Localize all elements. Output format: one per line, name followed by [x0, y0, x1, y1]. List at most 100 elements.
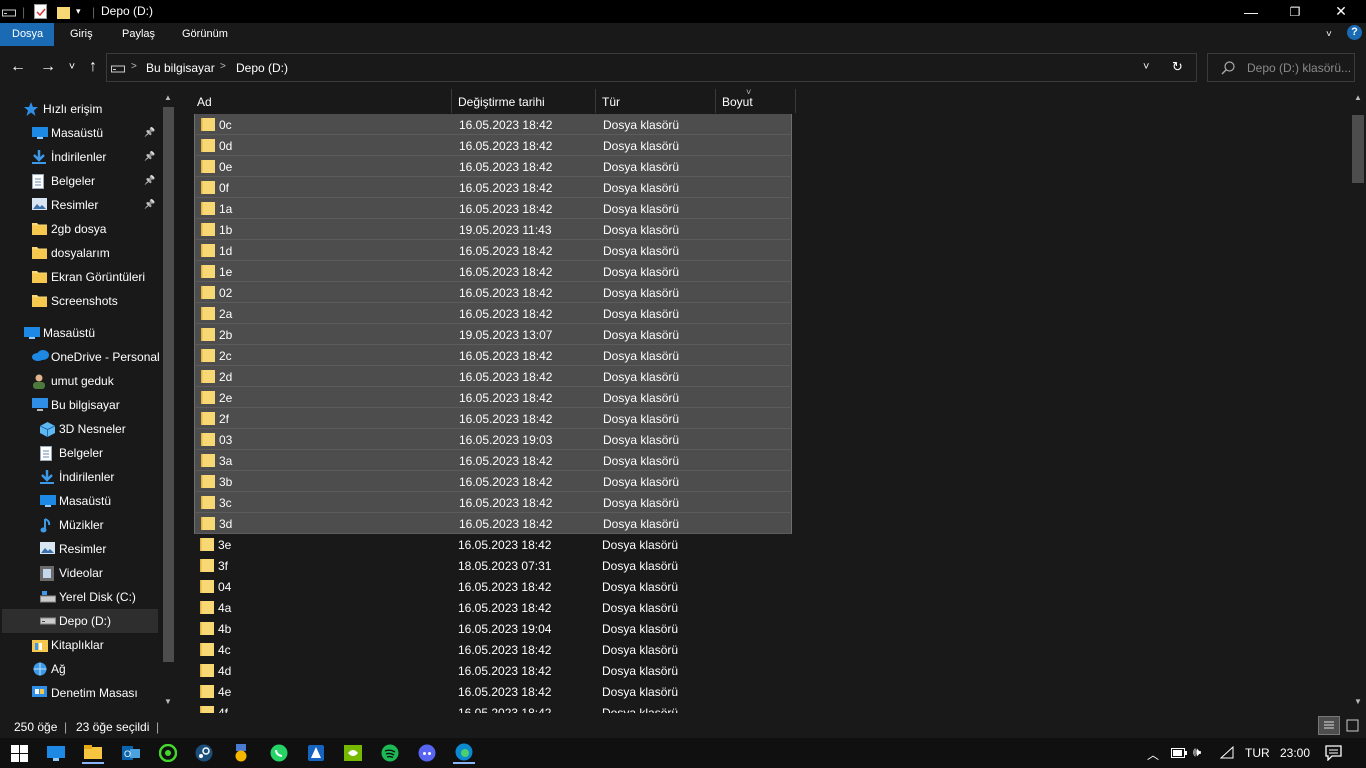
sidebar-item-masa-st-[interactable]: Masaüstü — [2, 321, 158, 345]
network-tray-icon[interactable] — [1219, 745, 1235, 763]
arrow-app-icon[interactable] — [305, 742, 327, 764]
sidebar-item-belgeler[interactable]: Belgeler — [2, 441, 158, 465]
sidebar-item-kitapl-klar[interactable]: Kitaplıklar — [2, 633, 158, 657]
sidebar-item-3d-nesneler[interactable]: 3D Nesneler — [2, 417, 158, 441]
sidebar-item-videolar[interactable]: Videolar — [2, 561, 158, 585]
scroll-up-arrow-icon[interactable]: ▲ — [164, 93, 172, 102]
recent-locations-chevron-icon[interactable]: ˅ — [63, 58, 81, 76]
file-row[interactable]: 03 16.05.2023 19:03 Dosya klasörü — [194, 429, 792, 450]
file-row[interactable]: 1b 19.05.2023 11:43 Dosya klasörü — [194, 219, 792, 240]
file-row[interactable]: 2c 16.05.2023 18:42 Dosya klasörü — [194, 345, 792, 366]
sidebar-item-resimler[interactable]: Resimler — [2, 537, 158, 561]
file-row[interactable]: 4d 16.05.2023 18:42 Dosya klasörü — [194, 660, 792, 681]
notifications-icon[interactable] — [1325, 745, 1342, 764]
file-row[interactable]: 0e 16.05.2023 18:42 Dosya klasörü — [194, 156, 792, 177]
sidebar-item-onedrive-personal[interactable]: OneDrive - Personal — [2, 345, 160, 369]
discord-icon[interactable] — [416, 742, 438, 764]
volume-icon[interactable]: 🕪 — [1193, 744, 1201, 760]
clock[interactable]: 23:00 — [1280, 746, 1310, 760]
sidebar-item-umut-geduk[interactable]: umut geduk — [2, 369, 158, 393]
sidebar-item-denetim-masas-[interactable]: Denetim Masası — [2, 681, 158, 705]
sidebar-item-i-ndirilenler[interactable]: İndirilenler 📌 — [2, 145, 158, 169]
details-view-button[interactable] — [1318, 716, 1340, 735]
razer-icon[interactable] — [157, 742, 179, 764]
file-row[interactable]: 4e 16.05.2023 18:42 Dosya klasörü — [194, 681, 792, 702]
file-list-scroll-thumb[interactable] — [1352, 115, 1364, 183]
sidebar-item-a-[interactable]: Ağ — [2, 657, 158, 681]
customize-qa-chevron-icon[interactable]: ▾ — [76, 3, 81, 20]
file-row[interactable]: 3c 16.05.2023 18:42 Dosya klasörü — [194, 492, 792, 513]
file-row[interactable]: 2b 19.05.2023 13:07 Dosya klasörü — [194, 324, 792, 345]
expand-ribbon-chevron-icon[interactable]: ˅ — [1326, 29, 1332, 40]
file-row[interactable]: 02 16.05.2023 18:42 Dosya klasörü — [194, 282, 792, 303]
sidebar-item-m-zikler[interactable]: Müzikler — [2, 513, 158, 537]
scroll-down-arrow-icon[interactable]: ▼ — [164, 697, 172, 706]
scroll-down-arrow-icon[interactable]: ▼ — [1354, 697, 1362, 706]
battery-icon[interactable] — [1171, 747, 1187, 762]
address-dropdown-chevron-icon[interactable]: ˅ — [1143, 61, 1149, 73]
sidebar-item-resimler[interactable]: Resimler 📌 — [2, 193, 158, 217]
tab-home[interactable]: Giriş — [58, 23, 105, 46]
close-button[interactable]: ✕ — [1318, 0, 1364, 23]
maximize-button[interactable]: ❐ — [1272, 0, 1318, 23]
file-row[interactable]: 2f 16.05.2023 18:42 Dosya klasörü — [194, 408, 792, 429]
refresh-icon[interactable]: ↻ — [1172, 59, 1183, 75]
breadcrumb-current-drive[interactable]: Depo (D:) — [236, 61, 288, 75]
scroll-up-arrow-icon[interactable]: ▲ — [1354, 93, 1362, 102]
file-row[interactable]: 3d 16.05.2023 18:42 Dosya klasörü — [194, 513, 792, 534]
breadcrumb-separator[interactable]: > — [131, 61, 137, 72]
file-row[interactable]: 4f 16.05.2023 18:42 Dosya klasörü — [194, 702, 792, 713]
sidebar-item-2gb-dosya[interactable]: 2gb dosya — [2, 217, 158, 241]
breadcrumb-separator[interactable]: > — [220, 61, 226, 72]
file-row[interactable]: 1d 16.05.2023 18:42 Dosya klasörü — [194, 240, 792, 261]
sidebar-item-dosyalar-m[interactable]: dosyalarım — [2, 241, 158, 265]
sidebar-scroll-thumb[interactable] — [163, 107, 174, 662]
outlook-icon[interactable]: O — [120, 742, 142, 764]
tab-view[interactable]: Görünüm — [170, 23, 240, 46]
nvidia-icon[interactable] — [342, 742, 364, 764]
sidebar-item-bu-bilgisayar[interactable]: Bu bilgisayar — [2, 393, 158, 417]
column-header-size[interactable]: Boyut — [716, 89, 796, 113]
desktop-app-icon[interactable] — [45, 742, 67, 764]
spotify-icon[interactable] — [379, 742, 401, 764]
column-header-name[interactable]: Ad — [191, 89, 452, 113]
tab-file[interactable]: Dosya — [0, 23, 54, 46]
help-icon[interactable]: ? — [1347, 25, 1362, 40]
file-row[interactable]: 3b 16.05.2023 18:42 Dosya klasörü — [194, 471, 792, 492]
address-bar[interactable]: > Bu bilgisayar > Depo (D:) ˅ ↻ — [106, 53, 1197, 82]
sidebar-item-h-zl-eri-im[interactable]: Hızlı erişim — [2, 97, 158, 121]
steam-icon[interactable] — [193, 742, 215, 764]
column-header-date[interactable]: Değiştirme tarihi — [452, 89, 596, 113]
sidebar-item-masa-st-[interactable]: Masaüstü — [2, 489, 158, 513]
file-row[interactable]: 4b 16.05.2023 19:04 Dosya klasörü — [194, 618, 792, 639]
sidebar-item-belgeler[interactable]: Belgeler 📌 — [2, 169, 158, 193]
properties-icon[interactable] — [34, 3, 47, 20]
language-indicator[interactable]: TUR — [1245, 746, 1270, 760]
file-row[interactable]: 3f 18.05.2023 07:31 Dosya klasörü — [194, 555, 792, 576]
file-row[interactable]: 2e 16.05.2023 18:42 Dosya klasörü — [194, 387, 792, 408]
search-box[interactable]: Depo (D:) klasörü... — [1207, 53, 1355, 82]
file-row[interactable]: 3e 16.05.2023 18:42 Dosya klasörü — [194, 534, 792, 555]
file-row[interactable]: 4c 16.05.2023 18:42 Dosya klasörü — [194, 639, 792, 660]
column-header-type[interactable]: Tür — [596, 89, 716, 113]
forward-button[interactable]: → — [39, 58, 57, 76]
sidebar-item-yerel-disk-c-[interactable]: Yerel Disk (C:) — [2, 585, 158, 609]
sidebar-item-screenshots[interactable]: Screenshots — [2, 289, 158, 313]
file-row[interactable]: 2a 16.05.2023 18:42 Dosya klasörü — [194, 303, 792, 324]
sidebar-item-depo-d-[interactable]: Depo (D:) — [2, 609, 158, 633]
large-icons-view-button[interactable] — [1344, 717, 1362, 734]
file-row[interactable]: 0d 16.05.2023 18:42 Dosya klasörü — [194, 135, 792, 156]
file-row[interactable]: 0c 16.05.2023 18:42 Dosya klasörü — [194, 114, 792, 135]
tab-share[interactable]: Paylaş — [110, 23, 167, 46]
file-row[interactable]: 2d 16.05.2023 18:42 Dosya klasörü — [194, 366, 792, 387]
medal-icon[interactable] — [230, 742, 252, 764]
sidebar-item-ekran-g-r-nt-leri[interactable]: Ekran Görüntüleri — [2, 265, 158, 289]
sidebar-item-masa-st-[interactable]: Masaüstü 📌 — [2, 121, 158, 145]
file-row[interactable]: 04 16.05.2023 18:42 Dosya klasörü — [194, 576, 792, 597]
show-hidden-icons-chevron-icon[interactable]: ︿ — [1147, 746, 1159, 763]
whatsapp-icon[interactable] — [268, 742, 290, 764]
start-icon[interactable] — [8, 742, 30, 764]
breadcrumb-this-pc[interactable]: Bu bilgisayar — [146, 61, 215, 75]
file-row[interactable]: 3a 16.05.2023 18:42 Dosya klasörü — [194, 450, 792, 471]
file-row[interactable]: 1e 16.05.2023 18:42 Dosya klasörü — [194, 261, 792, 282]
